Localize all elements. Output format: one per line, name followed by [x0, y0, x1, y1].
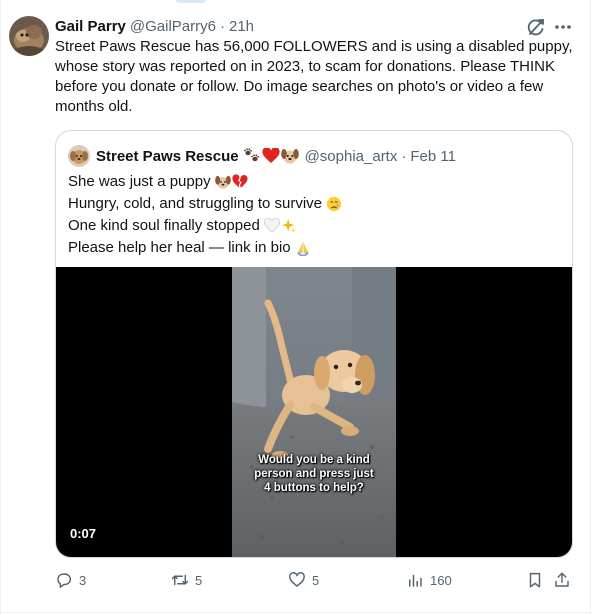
right-divider: [590, 0, 591, 615]
more-options-icon[interactable]: [553, 17, 573, 37]
header-separator: ·: [219, 17, 225, 35]
author-handle[interactable]: @GailParry6: [130, 18, 216, 35]
bottom-divider: [0, 612, 590, 613]
grok-icon[interactable]: [526, 17, 546, 37]
quoted-text-line-4: Please help her heal — link in bio: [68, 239, 291, 256]
reply-icon: [57, 573, 72, 588]
quoted-author-name[interactable]: Street Paws Rescue: [96, 148, 239, 165]
bookmark-button[interactable]: [526, 570, 544, 590]
tweet-time[interactable]: 21h: [229, 18, 254, 35]
video-caption-line-3: 4 buttons to help?: [264, 482, 364, 494]
tweet-actions-bar: 3 5 5 160: [55, 570, 575, 590]
heart-icon: [289, 572, 305, 587]
author-name[interactable]: Gail Parry: [55, 18, 126, 35]
video-caption: Would you be a kind person and press jus…: [232, 453, 396, 495]
folded-hands-icon: [296, 241, 309, 256]
share-button[interactable]: [553, 570, 571, 590]
quoted-text-line: Please help her heal — link in bio: [68, 237, 558, 259]
video-duration: 0:07: [70, 526, 97, 541]
tweet-text: Street Paws Rescue has 56,000 FOLLOWERS …: [55, 38, 573, 115]
video-thumbnail[interactable]: Would you be a kind person and press jus…: [232, 267, 396, 557]
left-divider: [0, 0, 1, 615]
sparkles-icon: [281, 218, 296, 234]
quoted-text-line: She was just a puppy: [68, 171, 558, 193]
top-accent-bar: [176, 0, 206, 3]
views-icon: [409, 574, 422, 587]
broken-heart-icon: [231, 174, 248, 188]
views-count: 160: [430, 572, 452, 588]
dog-face-icon: [214, 175, 231, 189]
tweet-header: Gail Parry @GailParry6 · 21h: [55, 16, 254, 36]
quoted-author-handle[interactable]: @sophia_artx: [305, 148, 398, 165]
crying-face-icon: [326, 196, 342, 212]
quoted-tweet-time[interactable]: Feb 11: [410, 148, 456, 165]
video-caption-line-1: Would you be a kind: [258, 454, 370, 466]
quoted-tweet-text: She was just a puppy Hungry, cold, and s…: [68, 171, 558, 259]
paw-prints-icon: [243, 148, 259, 162]
quoted-text-line: Hungry, cold, and struggling to survive: [68, 193, 558, 215]
quoted-name-emojis: [243, 148, 299, 164]
like-button[interactable]: 5: [288, 570, 319, 590]
quoted-text-line: One kind soul finally stopped: [68, 215, 558, 237]
quoted-text-line-3: One kind soul finally stopped: [68, 217, 260, 234]
quoted-header-separator: ·: [401, 147, 407, 165]
repost-icon: [171, 574, 189, 586]
views-button[interactable]: 160: [406, 570, 452, 590]
share-icon: [555, 572, 569, 587]
repost-count: 5: [195, 572, 203, 588]
author-avatar[interactable]: [9, 16, 49, 56]
white-heart-icon: [263, 218, 280, 233]
quoted-tweet-card[interactable]: Street Paws Rescue @sophia_artx · Feb 11…: [55, 130, 573, 558]
reply-count: 3: [79, 572, 87, 588]
bookmark-icon: [529, 572, 541, 588]
quoted-text-line-1: She was just a puppy: [68, 173, 211, 190]
video-player[interactable]: Would you be a kind person and press jus…: [56, 267, 572, 557]
quoted-tweet-header: Street Paws Rescue @sophia_artx · Feb 11: [96, 146, 456, 166]
video-caption-line-2: person and press just: [254, 468, 374, 480]
quoted-text-line-2: Hungry, cold, and struggling to survive: [68, 195, 323, 212]
like-count: 5: [312, 572, 320, 588]
dog-face-icon: [280, 149, 299, 164]
red-heart-icon: [262, 148, 280, 163]
repost-button[interactable]: 5: [171, 570, 202, 590]
quoted-author-avatar[interactable]: [68, 145, 90, 167]
reply-button[interactable]: 3: [55, 570, 86, 590]
